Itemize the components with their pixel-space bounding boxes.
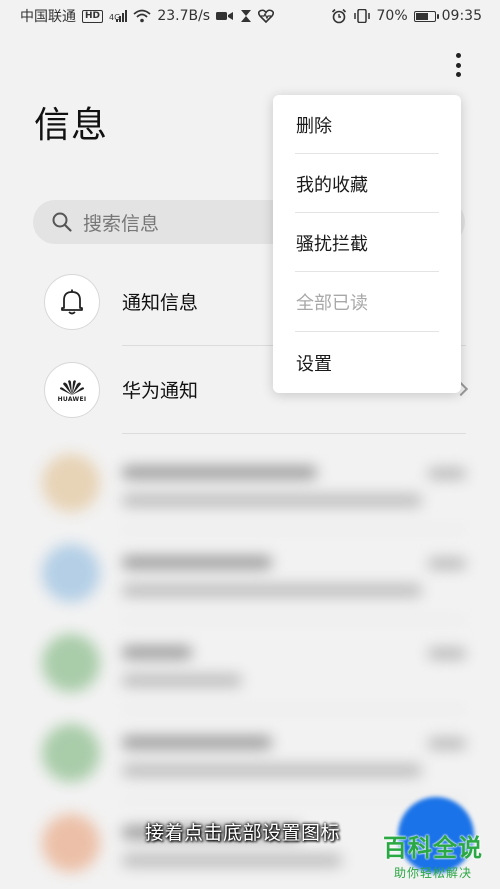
menu-item-spam-block[interactable]: 骚扰拦截 [273,213,461,272]
network-speed: 23.7B/s [157,8,211,24]
menu-item-settings[interactable]: 设置 [273,333,461,392]
avatar [44,274,100,330]
watermark-logo: 百科全说 助你轻松解决 [374,828,492,881]
hourglass-icon [241,10,252,22]
wifi-icon [133,9,151,23]
huawei-logo [60,379,84,395]
battery-percent: 70% [376,8,408,24]
clock: 09:35 [441,8,482,24]
watermark-title: 百科全说 [383,834,483,862]
video-icon [216,12,234,20]
divider [295,331,439,332]
list-item[interactable] [0,620,500,710]
avatar [42,544,100,602]
page-title: 信息 [34,105,109,146]
battery-icon [413,10,439,22]
status-bar-left: 中国联通 HD 4G 23.7B/s [20,6,275,26]
carrier-name: 中国联通 [20,9,76,25]
menu-item-mark-all-read: 全部已读 [296,292,368,314]
status-bar-right: 70% 09:35 [331,8,482,24]
avatar [42,814,100,872]
status-bar: 中国联通 HD 4G 23.7B/s 70% 09:35 [0,0,500,32]
vibrate-icon [353,9,370,23]
search-icon [52,212,72,232]
list-item[interactable] [0,530,500,620]
video-caption: 接着点击底部设置图标 [145,822,341,844]
more-vertical-icon[interactable] [450,50,466,80]
menu-item-delete[interactable]: 删除 [273,95,461,154]
avatar [42,724,100,782]
menu-item-favorites[interactable]: 我的收藏 [273,154,461,213]
list-item[interactable] [0,440,500,530]
conversation-name: 华为通知 [122,380,199,402]
watermark-subtitle: 助你轻松解决 [393,866,472,880]
conversation-name: 通知信息 [122,292,199,314]
list-item[interactable] [0,710,500,800]
signal-icon: 4G [109,10,128,22]
avatar [42,634,100,692]
avatar: HUAWEI [44,362,100,418]
overflow-menu: 删除 我的收藏 骚扰拦截 全部已读 设置 [273,95,461,393]
heart-icon [258,9,275,23]
search-placeholder: 搜索信息 [83,212,160,235]
avatar [42,454,100,512]
huawei-logo-text: HUAWEI [57,395,87,403]
bell-icon [61,289,83,315]
alarm-icon [331,8,346,24]
hd-icon: HD [82,9,104,23]
